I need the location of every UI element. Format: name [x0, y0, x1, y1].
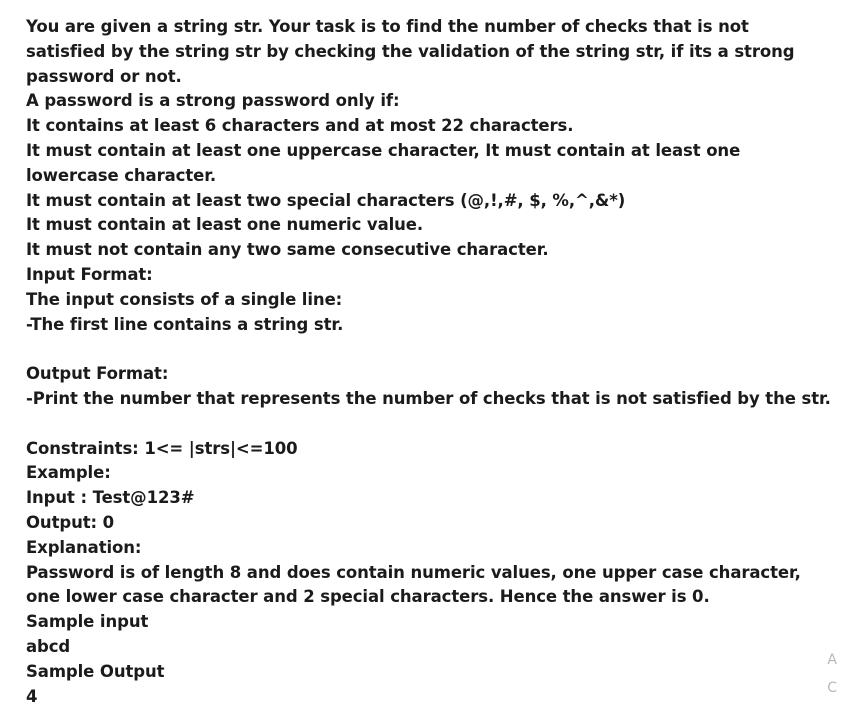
- explanation-text: Password is of length 8 and does contain…: [26, 562, 801, 607]
- sample-input-heading: Sample input: [26, 612, 149, 632]
- constraints: Constraints: 1<= |strs|<=100: [26, 438, 298, 458]
- rule-numeric: It must contain at least one numeric val…: [26, 215, 424, 235]
- example-output: Output: 0: [26, 512, 115, 532]
- input-format-line: The input consists of a single line:: [26, 289, 343, 309]
- sample-output-heading: Sample Output: [26, 661, 165, 681]
- sample-input-value: abcd: [26, 636, 71, 656]
- sample-output-value: 4: [26, 686, 38, 706]
- problem-statement: You are given a string str. Your task is…: [26, 15, 831, 709]
- rule-case: It must contain at least one uppercase c…: [26, 140, 741, 185]
- rules-heading: A password is a strong password only if:: [26, 91, 400, 111]
- edge-fragment: A: [827, 652, 837, 668]
- edge-fragment: C: [827, 680, 837, 696]
- output-format-line: -Print the number that represents the nu…: [26, 388, 831, 408]
- example-input: Input : Test@123#: [26, 488, 195, 508]
- rule-length: It contains at least 6 characters and at…: [26, 116, 574, 136]
- rule-consecutive: It must not contain any two same consecu…: [26, 240, 549, 260]
- example-heading: Example:: [26, 463, 111, 483]
- output-format-heading: Output Format:: [26, 364, 169, 384]
- rule-special: It must contain at least two special cha…: [26, 190, 626, 210]
- explanation-heading: Explanation:: [26, 537, 142, 557]
- input-format-line: -The first line contains a string str.: [26, 314, 344, 334]
- problem-intro: You are given a string str. Your task is…: [26, 17, 795, 86]
- input-format-heading: Input Format:: [26, 264, 153, 284]
